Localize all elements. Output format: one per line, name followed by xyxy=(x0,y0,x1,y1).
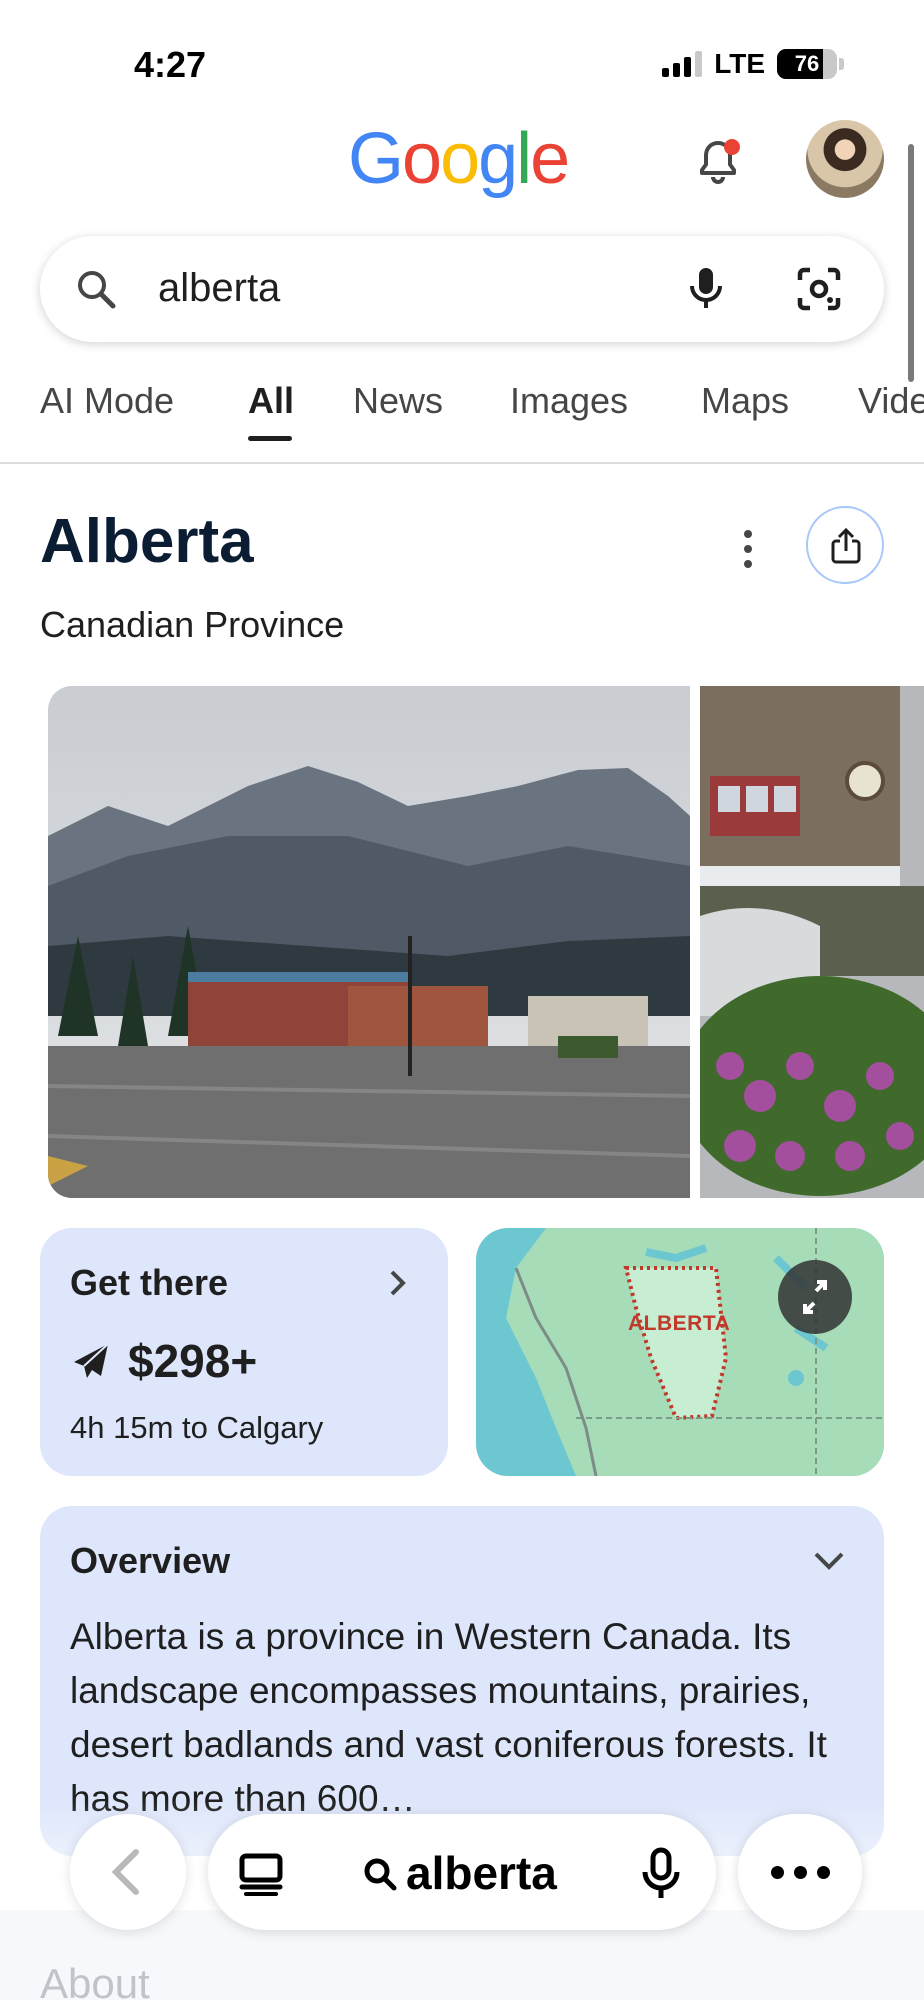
back-button[interactable] xyxy=(70,1814,186,1930)
tab-news[interactable]: News xyxy=(353,380,443,422)
network-label: LTE xyxy=(714,48,765,79)
search-tabs: AI Mode All News Images Maps Vide xyxy=(0,374,924,464)
map-label: ALBERTA xyxy=(628,1312,731,1335)
photo-canmore-street[interactable] xyxy=(48,686,690,1198)
battery-tip xyxy=(839,58,844,70)
chevron-down-icon[interactable] xyxy=(812,1550,846,1572)
status-time: 4:27 xyxy=(134,44,207,85)
bottom-search-pill[interactable]: alberta xyxy=(208,1814,716,1930)
battery-icon: 76 xyxy=(777,49,837,79)
tab-maps[interactable]: Maps xyxy=(701,380,789,422)
entity-subtitle: Canadian Province xyxy=(40,604,345,645)
battery-level: 76 xyxy=(794,51,820,76)
lens-icon[interactable] xyxy=(794,264,844,314)
tab-ai-mode[interactable]: AI Mode xyxy=(40,380,174,422)
entity-title: Alberta xyxy=(40,507,254,576)
logo-letter: l xyxy=(516,119,532,199)
scrollbar[interactable] xyxy=(908,144,914,382)
tabs-icon[interactable] xyxy=(238,1852,284,1896)
logo-letter: g xyxy=(478,119,518,199)
bell-icon[interactable] xyxy=(690,133,746,189)
more-button[interactable] xyxy=(738,1814,862,1930)
more-dot xyxy=(817,1866,830,1879)
logo-letter: o xyxy=(402,119,442,199)
airplane-icon xyxy=(74,1343,109,1378)
chevron-right-icon xyxy=(390,1270,406,1296)
flight-price: $298+ xyxy=(128,1335,258,1387)
google-logo[interactable]: Google xyxy=(348,118,570,200)
share-icon xyxy=(831,527,861,564)
signal-icon xyxy=(662,51,703,77)
tab-all[interactable]: All xyxy=(248,380,294,422)
search-box[interactable]: alberta xyxy=(40,236,884,342)
status-bar: 4:27 LTE 76 xyxy=(0,0,924,120)
about-heading: About xyxy=(40,1960,150,2000)
more-dot xyxy=(771,1866,784,1879)
tab-videos[interactable]: Vide xyxy=(858,380,924,422)
get-there-title: Get there xyxy=(70,1262,229,1303)
active-tab-indicator xyxy=(248,436,292,441)
search-icon xyxy=(364,1858,397,1891)
photo-storefront[interactable] xyxy=(700,686,924,1198)
search-icon xyxy=(78,271,116,309)
logo-letter: e xyxy=(530,119,570,199)
expand-icon xyxy=(803,1280,827,1314)
logo-letter: G xyxy=(348,119,404,199)
flight-duration: 4h 15m to Calgary xyxy=(70,1410,324,1445)
overview-text: Alberta is a province in Western Canada.… xyxy=(70,1616,827,1819)
chevron-left-icon xyxy=(111,1849,139,1895)
mic-icon[interactable] xyxy=(680,262,732,314)
tab-images[interactable]: Images xyxy=(510,380,628,422)
search-input[interactable]: alberta xyxy=(158,266,280,311)
overview-title: Overview xyxy=(70,1540,231,1581)
map-card[interactable]: ALBERTA xyxy=(476,1228,884,1476)
avatar[interactable] xyxy=(806,120,884,198)
logo-letter: o xyxy=(440,119,480,199)
share-button[interactable] xyxy=(806,506,884,584)
more-options-icon[interactable] xyxy=(730,524,766,574)
expand-map-button[interactable] xyxy=(778,1260,852,1334)
get-there-card[interactable]: Get there $298+ 4h 15m to Calgary xyxy=(40,1228,448,1476)
mic-icon[interactable] xyxy=(640,1846,682,1900)
bottom-search-query[interactable]: alberta xyxy=(406,1846,557,1900)
status-indicators: LTE 76 xyxy=(662,48,844,80)
more-dot xyxy=(794,1866,807,1879)
